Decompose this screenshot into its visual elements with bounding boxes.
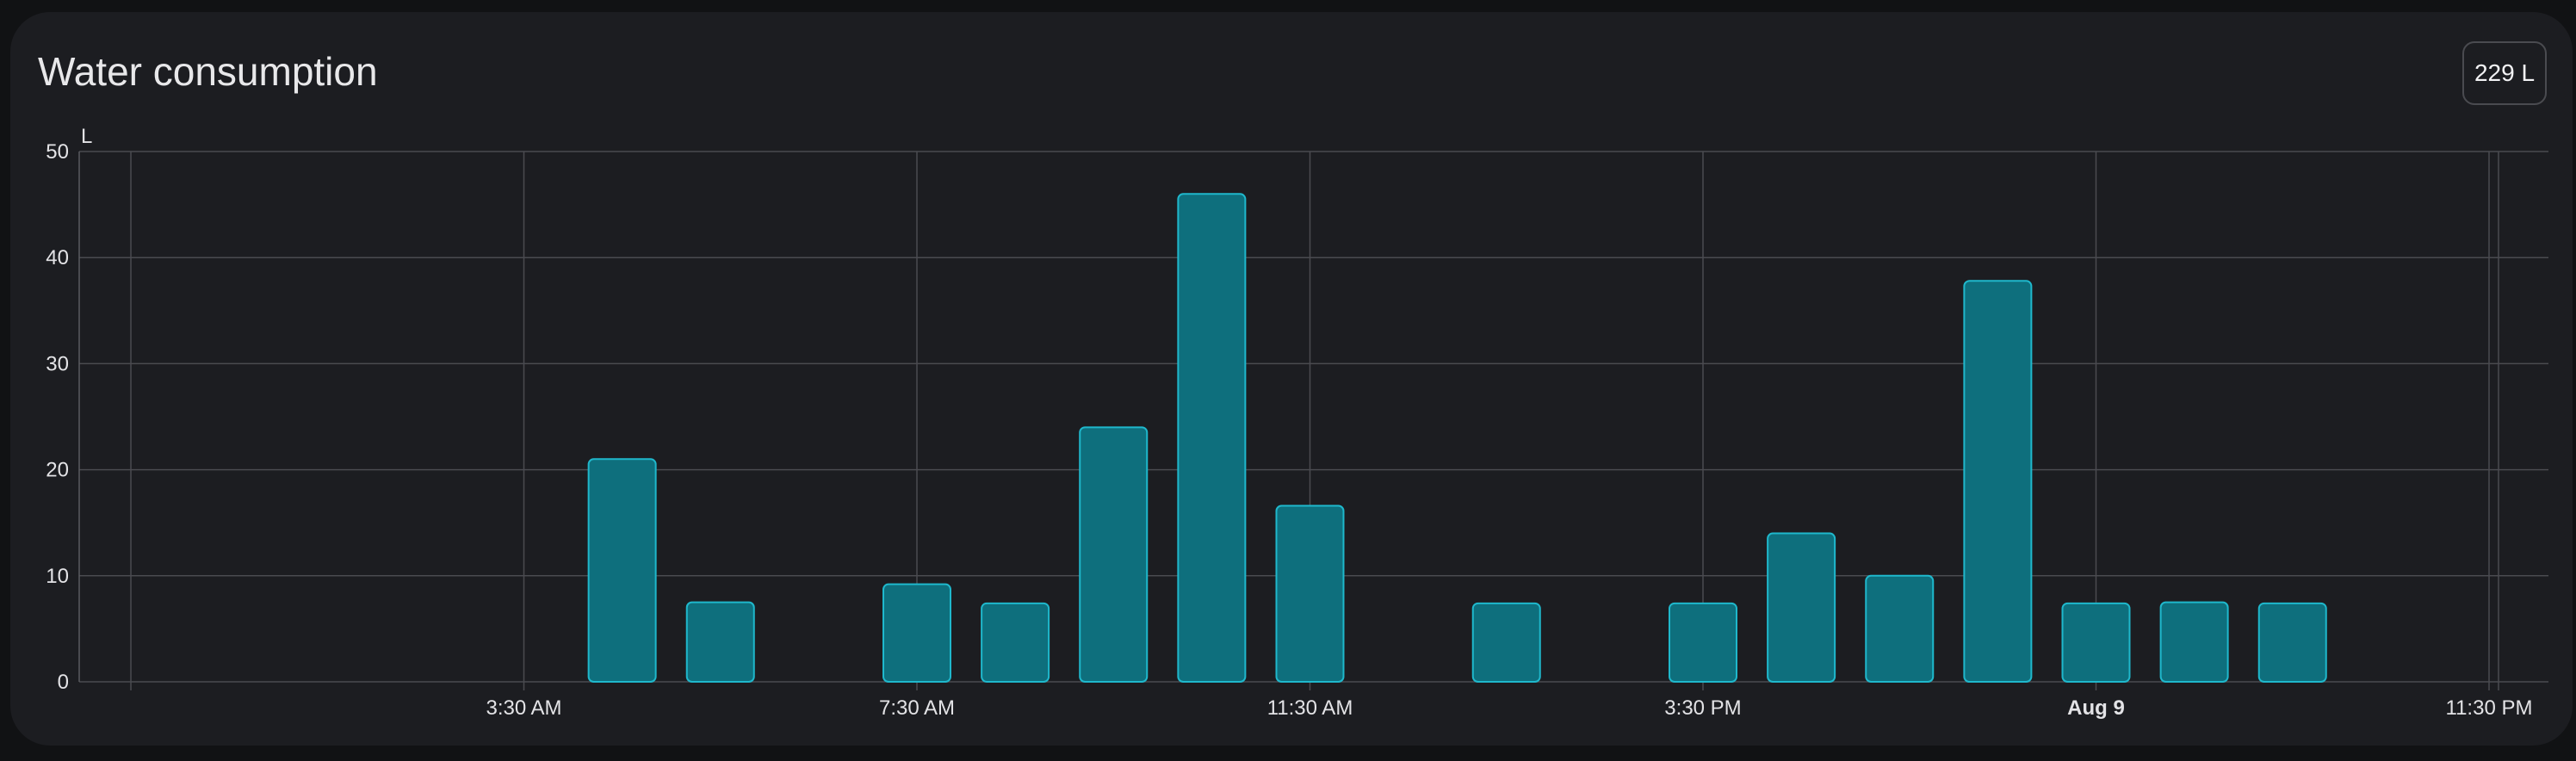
bar[interactable] <box>1963 280 2033 683</box>
x-tick-label: 7:30 AM <box>879 696 955 720</box>
bars-layer <box>587 193 2327 684</box>
bar[interactable] <box>1079 426 1149 683</box>
bar[interactable] <box>1275 504 1345 683</box>
y-tick-label: 30 <box>46 352 69 375</box>
bar[interactable] <box>1669 602 1737 683</box>
bar[interactable] <box>1767 532 1836 684</box>
bar[interactable] <box>2159 601 2229 683</box>
bar[interactable] <box>685 601 755 683</box>
x-tick-label: Aug 9 <box>2067 696 2125 720</box>
x-tick-label: 11:30 PM <box>2446 696 2533 720</box>
y-tick-label: 10 <box>46 565 69 588</box>
y-tick-label: 20 <box>46 459 69 482</box>
y-tick-label: 50 <box>46 140 69 164</box>
bar[interactable] <box>981 602 1050 683</box>
bar[interactable] <box>1471 602 1541 683</box>
y-tick-label: 0 <box>58 671 69 694</box>
bar[interactable] <box>2257 602 2327 683</box>
bar[interactable] <box>882 583 951 684</box>
x-tick-label: 3:30 PM <box>1664 696 1741 720</box>
x-tick-label: 11:30 AM <box>1267 696 1353 720</box>
y-tick-label: 40 <box>46 246 69 269</box>
bar[interactable] <box>1865 574 1935 683</box>
bar[interactable] <box>1177 193 1247 683</box>
bar[interactable] <box>2061 602 2131 683</box>
bar-chart: 0 10 20 30 40 50 L 3:30 AM 7:30 AM 11:30 AM 3:30 P… <box>46 125 2548 720</box>
x-tick-label: 3:30 AM <box>486 696 561 720</box>
bar[interactable] <box>587 458 657 684</box>
y-unit-label: L <box>81 125 92 148</box>
